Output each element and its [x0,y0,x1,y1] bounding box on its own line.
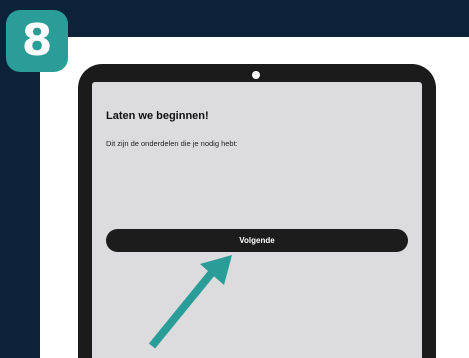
tablet-device: Laten we beginnen! Dit zijn de onderdele… [78,64,436,358]
screen-title: Laten we beginnen! [106,110,209,122]
screen-subtitle: Dit zijn de onderdelen die je nodig hebt… [106,139,238,148]
camera-icon [252,71,260,79]
step-number-badge: 8 [6,10,68,72]
tablet-screen: Laten we beginnen! Dit zijn de onderdele… [92,82,422,358]
step-number: 8 [21,15,53,66]
next-button[interactable]: Volgende [106,229,408,252]
